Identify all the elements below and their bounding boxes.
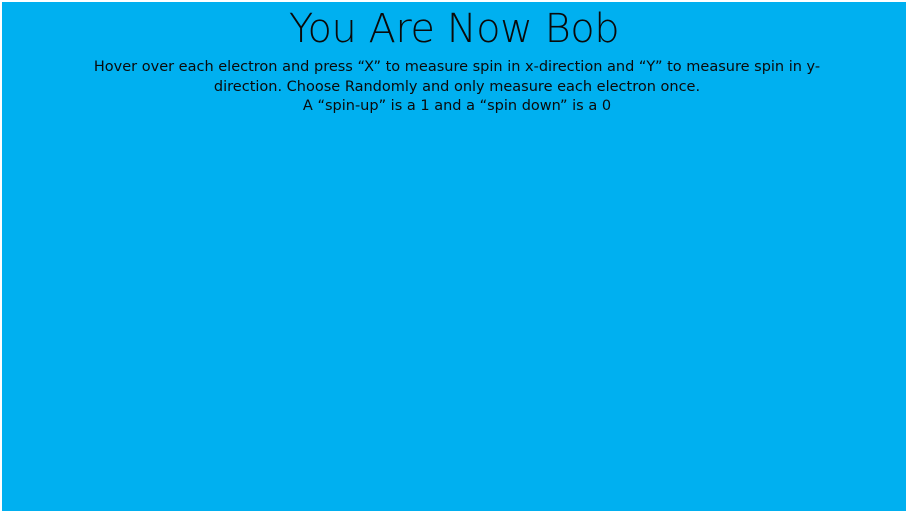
instructions-text: Hover over each electron and press “X” t… xyxy=(72,58,842,117)
electron-play-area[interactable] xyxy=(2,122,906,511)
slide-canvas: You Are Now Bob Hover over each electron… xyxy=(2,2,906,511)
instruction-line-measure: Hover over each electron and press “X” t… xyxy=(93,59,821,95)
instruction-line-spin-values: A “spin-up” is a 1 and a “spin down” is … xyxy=(302,98,612,114)
slide-title: You Are Now Bob xyxy=(288,6,620,52)
